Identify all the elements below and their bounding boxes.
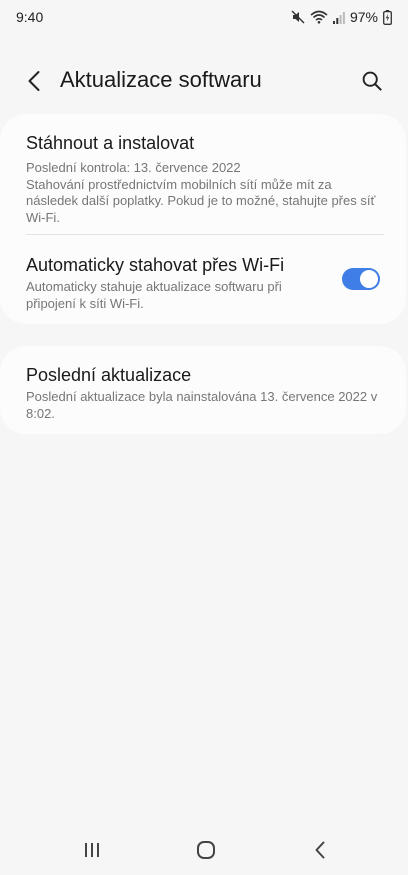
last-update-card: Poslední aktualizace Poslední aktualizac… xyxy=(0,346,406,434)
last-check-text: Poslední kontrola: 13. července 2022 xyxy=(26,160,241,175)
recents-icon[interactable] xyxy=(77,837,107,863)
status-time: 9:40 xyxy=(16,9,44,25)
auto-download-wifi-description: Automaticky stahuje aktualizace softwaru… xyxy=(26,279,282,311)
page-title: Aktualizace softwaru xyxy=(60,67,262,92)
last-update-description: Poslední aktualizace byla nainstalována … xyxy=(26,389,378,421)
auto-download-wifi-toggle[interactable] xyxy=(342,268,380,290)
last-update-item[interactable]: Poslední aktualizace Poslední aktualizac… xyxy=(26,364,380,422)
auto-download-wifi-title: Automaticky stahovat přes Wi-Fi xyxy=(26,255,285,275)
auto-download-wifi-item[interactable]: Automaticky stahovat přes Wi-Fi Automati… xyxy=(26,254,316,312)
status-icons: 97% xyxy=(291,9,392,25)
download-and-install-title: Stáhnout a instalovat xyxy=(26,133,195,153)
divider xyxy=(26,234,384,235)
toggle-knob xyxy=(360,270,378,288)
battery-level: 97% xyxy=(349,9,378,25)
app-bar: Aktualizace softwaru xyxy=(0,62,408,100)
update-settings-card: Stáhnout a instalovat Poslední kontrola:… xyxy=(0,114,406,324)
signal-icon xyxy=(332,11,345,24)
download-description: Stahování prostřednictvím mobilních sítí… xyxy=(26,176,376,225)
search-icon[interactable] xyxy=(358,67,386,95)
wifi-icon xyxy=(310,10,328,24)
back-icon[interactable] xyxy=(305,837,335,863)
battery-icon xyxy=(383,9,392,25)
last-update-title: Poslední aktualizace xyxy=(26,365,192,385)
download-and-install-item[interactable]: Stáhnout a instalovat Poslední kontrola:… xyxy=(26,132,380,226)
navigation-bar xyxy=(0,825,408,875)
mute-icon xyxy=(291,10,305,24)
home-icon[interactable] xyxy=(191,837,221,863)
status-bar: 9:40 97% xyxy=(0,0,408,34)
back-arrow-icon[interactable] xyxy=(20,66,48,96)
